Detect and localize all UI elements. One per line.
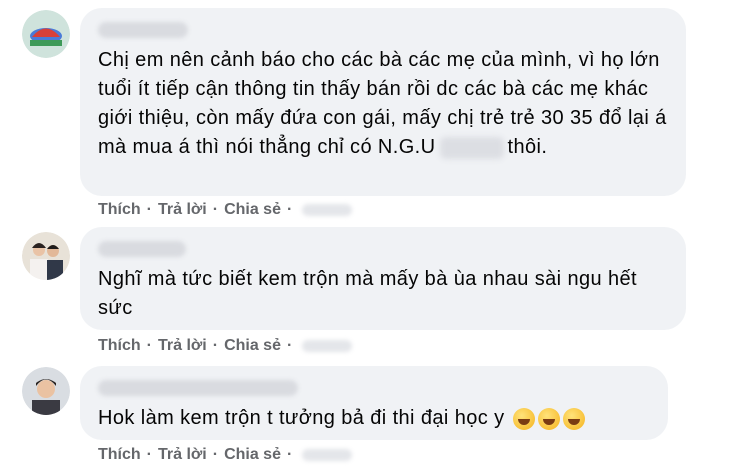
author-name[interactable]: [98, 241, 186, 257]
like-button[interactable]: Thích: [98, 446, 141, 464]
rolling-on-floor-laughing-icon: [538, 407, 561, 430]
like-button[interactable]: Thích: [98, 201, 141, 219]
author-name[interactable]: [98, 22, 188, 38]
comment-bubble: Chị em nên cảnh báo cho các bà các mẹ củ…: [80, 8, 686, 196]
comment-bubble: Hok làm kem trộn t tưởng bả đi thi đại h…: [80, 366, 668, 440]
reply-button[interactable]: Trả lời: [158, 337, 207, 355]
redacted-word: [439, 136, 504, 159]
separator: ·: [146, 337, 152, 354]
separator: ·: [212, 337, 219, 354]
avatar[interactable]: [22, 232, 70, 280]
timestamp[interactable]: [302, 449, 353, 461]
rolling-on-floor-laughing-icon: [513, 407, 536, 430]
separator: ·: [212, 446, 219, 463]
share-button[interactable]: Chia sẻ: [224, 201, 281, 219]
separator: ·: [146, 201, 152, 218]
separator: ·: [286, 201, 293, 218]
comment-bubble: Nghĩ mà tức biết kem trộn mà mấy bà ùa n…: [80, 227, 686, 330]
comment-text: Nghĩ mà tức biết kem trộn mà mấy bà ùa n…: [98, 268, 637, 319]
comment-actions: Thích · Trả lời · Chia sẻ ·: [98, 446, 353, 464]
comment-text: Chị em nên cảnh báo cho các bà các mẹ củ…: [98, 49, 667, 159]
like-button[interactable]: Thích: [98, 337, 141, 355]
separator: ·: [286, 337, 293, 354]
comment-actions: Thích · Trả lời · Chia sẻ ·: [98, 337, 353, 355]
separator: ·: [146, 446, 152, 463]
share-button[interactable]: Chia sẻ: [224, 446, 281, 464]
separator: ·: [286, 446, 293, 463]
avatar[interactable]: [22, 10, 70, 58]
comment-text: Hok làm kem trộn t tưởng bả đi thi đại h…: [98, 404, 650, 433]
author-name[interactable]: [98, 380, 298, 396]
separator: ·: [212, 201, 219, 218]
reply-button[interactable]: Trả lời: [158, 201, 207, 219]
share-button[interactable]: Chia sẻ: [224, 337, 281, 355]
timestamp[interactable]: [302, 204, 353, 216]
avatar[interactable]: [22, 367, 70, 415]
rolling-on-floor-laughing-icon: [563, 407, 586, 430]
reply-button[interactable]: Trả lời: [158, 446, 207, 464]
timestamp[interactable]: [302, 340, 353, 352]
comment-actions: Thích · Trả lời · Chia sẻ ·: [98, 201, 353, 219]
